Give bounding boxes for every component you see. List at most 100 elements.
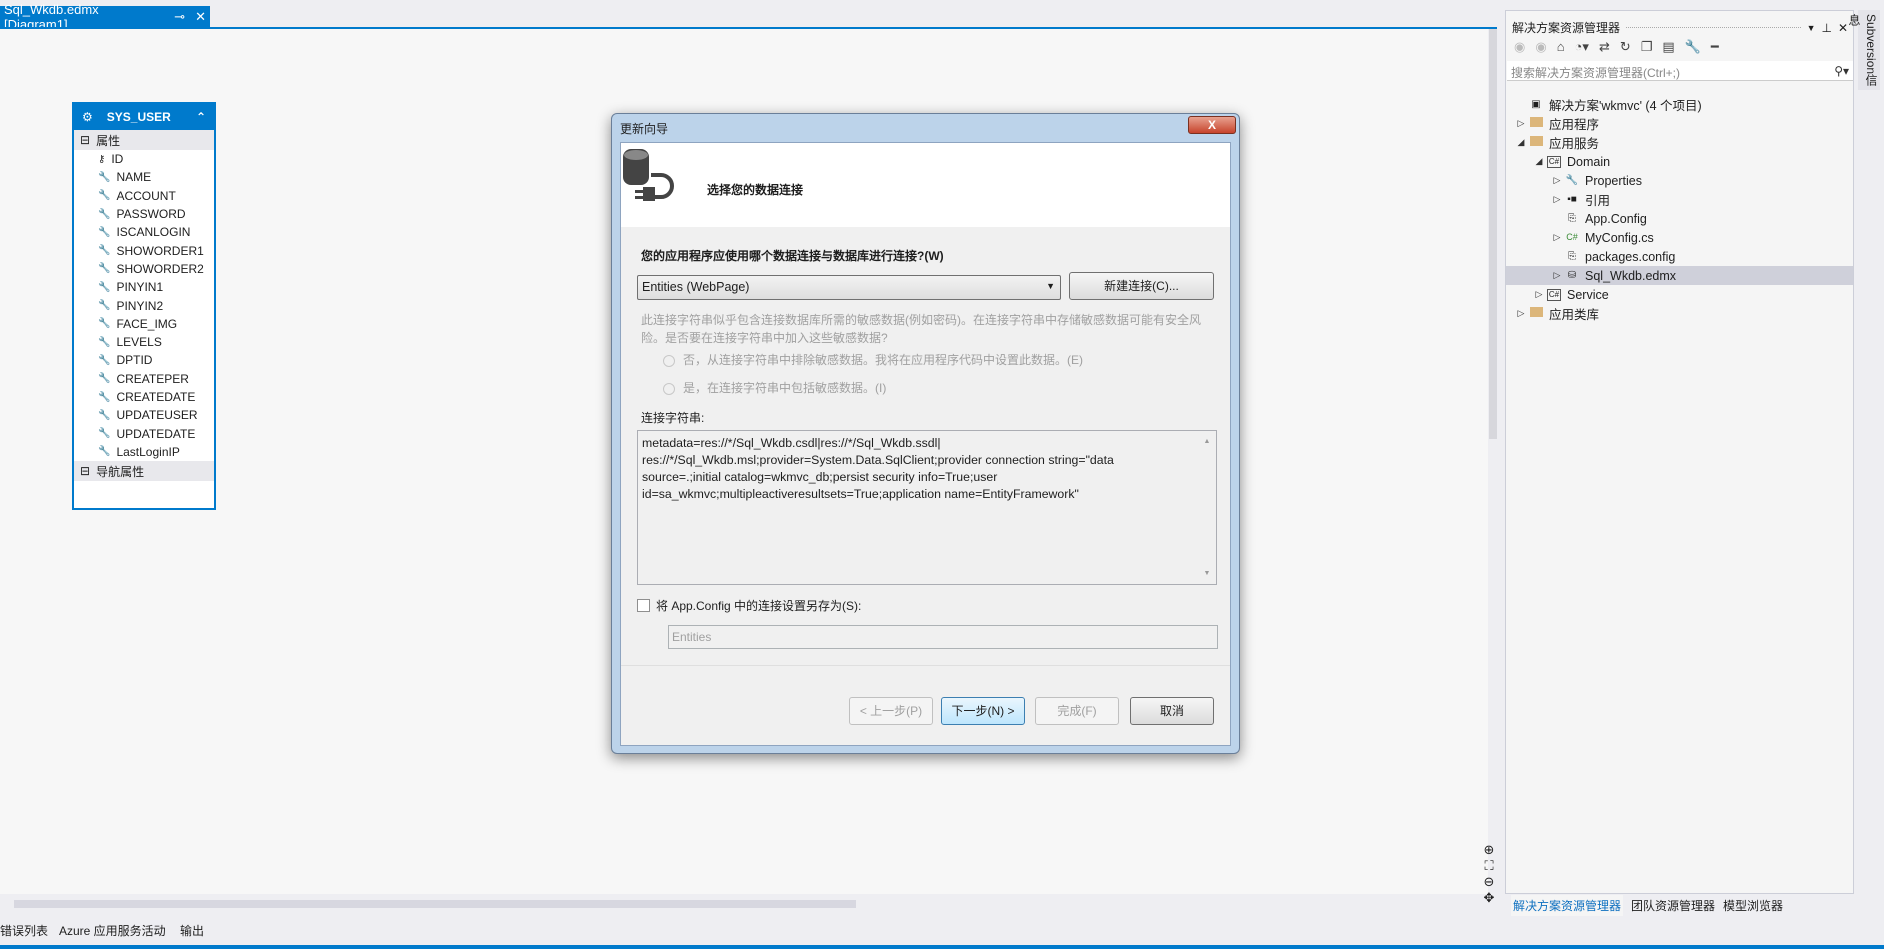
radio-exclude[interactable]: 否，从连接字符串中排除敏感数据。我将在应用程序代码中设置此数据。(E): [663, 351, 1083, 368]
vertical-scrollbar[interactable]: [1488, 29, 1498, 439]
tab-output[interactable]: 输出: [180, 922, 204, 939]
pan-icon[interactable]: ✥: [1480, 890, 1498, 906]
tree-item[interactable]: ◢ 应用服务: [1506, 133, 1853, 152]
new-connection-button[interactable]: 新建连接(C)...: [1069, 272, 1214, 300]
zoom-out-icon[interactable]: ⊖: [1480, 874, 1498, 890]
entity-property[interactable]: 🔧 PINYIN1: [74, 278, 214, 296]
tree-item[interactable]: ▷ ▪■ 引用: [1506, 190, 1853, 209]
tab-team-explorer[interactable]: 团队资源管理器: [1631, 897, 1715, 914]
expand-toggle-icon[interactable]: ▷: [1550, 232, 1564, 243]
entity-property[interactable]: 🔧 PASSWORD: [74, 205, 214, 223]
property-name: LEVELS: [116, 335, 162, 350]
expand-toggle-icon[interactable]: ▷: [1514, 118, 1528, 129]
entity-property[interactable]: 🔧 LastLoginIP: [74, 443, 214, 461]
horizontal-scrollbar[interactable]: [14, 900, 856, 908]
collapse-icon[interactable]: ⌃: [196, 110, 206, 124]
tree-item-label: 应用服务: [1549, 137, 1600, 151]
cancel-button[interactable]: 取消: [1130, 697, 1214, 725]
entity-property[interactable]: ⚷ ID: [74, 150, 214, 168]
dialog-close-button[interactable]: X: [1188, 116, 1236, 134]
expand-toggle-icon[interactable]: ▷: [1550, 270, 1564, 281]
tree-item[interactable]: ▷ 应用类库: [1506, 304, 1853, 323]
fit-icon[interactable]: ⛶: [1480, 858, 1498, 874]
tab-solution-explorer[interactable]: 解决方案资源管理器: [1511, 894, 1624, 916]
radio-label: 是，在连接字符串中包括敏感数据。(I): [683, 381, 887, 395]
entity-property[interactable]: 🔧 PINYIN2: [74, 296, 214, 314]
expand-toggle-icon[interactable]: ▷: [1550, 175, 1564, 186]
dropdown-icon[interactable]: ▼: [1807, 23, 1816, 33]
history-icon[interactable]: ◔▾: [1575, 39, 1589, 55]
entity-property[interactable]: 🔧 ACCOUNT: [74, 187, 214, 205]
entity-sys-user[interactable]: ⚙ SYS_USER ⌃ ⊟ 属性 ⚷ ID 🔧 NAME 🔧 ACCOUNT 🔧 PASSWO…: [72, 102, 216, 510]
tab-model-browser[interactable]: 模型浏览器: [1723, 897, 1783, 914]
radio-include[interactable]: 是，在连接字符串中包括敏感数据。(I): [663, 379, 886, 396]
expand-toggle-icon[interactable]: ◢: [1532, 156, 1546, 167]
textarea-scrollbar[interactable]: ▲ ▼: [1200, 433, 1214, 582]
entity-property[interactable]: 🔧 FACE_IMG: [74, 315, 214, 333]
tree-item[interactable]: ▷ 应用程序: [1506, 114, 1853, 133]
property-icon: 🔧: [98, 263, 111, 275]
pin-icon[interactable]: ⊥: [1821, 21, 1831, 35]
entity-property[interactable]: 🔧 CREATEPER: [74, 370, 214, 388]
entity-property[interactable]: 🔧 UPDATEUSER: [74, 406, 214, 424]
connection-name-input[interactable]: Entities: [668, 625, 1218, 649]
radio-button[interactable]: [663, 382, 675, 395]
save-setting-checkbox[interactable]: 将 App.Config 中的连接设置另存为(S):: [637, 597, 861, 614]
collapse-box-icon[interactable]: ⊟: [80, 464, 90, 478]
entity-property[interactable]: 🔧 UPDATEDATE: [74, 424, 214, 442]
close-icon[interactable]: ✕: [195, 9, 206, 25]
sync-icon[interactable]: ⇄: [1599, 39, 1610, 55]
entity-property[interactable]: 🔧 LEVELS: [74, 333, 214, 351]
prev-button[interactable]: < 上一步(P): [849, 697, 933, 725]
entity-property[interactable]: 🔧 CREATEDATE: [74, 388, 214, 406]
pin-icon[interactable]: ⊸: [174, 9, 185, 25]
search-icon[interactable]: ⚲▾: [1834, 64, 1849, 78]
entity-property[interactable]: 🔧 DPTID: [74, 351, 214, 369]
nav-properties-section[interactable]: ⊟ 导航属性: [74, 461, 214, 482]
tree-item[interactable]: ▷ ⛁ Sql_Wkdb.edmx: [1506, 266, 1853, 285]
tab-azure-activity[interactable]: Azure 应用服务活动: [59, 922, 166, 939]
properties-section[interactable]: ⊟ 属性: [74, 130, 214, 150]
connection-select[interactable]: Entities (WebPage) ▼: [637, 275, 1061, 300]
entity-property[interactable]: 🔧 NAME: [74, 168, 214, 186]
tree-item[interactable]: ▣ 解决方案'wkmvc' (4 个项目): [1506, 95, 1853, 114]
connection-question: 您的应用程序应使用哪个数据连接与数据库进行连接?(W): [641, 249, 944, 263]
tree-item[interactable]: ▷ C# MyConfig.cs: [1506, 228, 1853, 247]
refresh-icon[interactable]: ↻: [1620, 39, 1631, 55]
tree-item-label: MyConfig.cs: [1585, 230, 1654, 245]
document-tab[interactable]: Sql_Wkdb.edmx [Diagram1] ⊸ ✕: [0, 2, 210, 32]
entity-header[interactable]: ⚙ SYS_USER ⌃: [74, 104, 214, 130]
conn-string-textarea[interactable]: metadata=res://*/Sql_Wkdb.csdl|res://*/S…: [637, 430, 1217, 585]
entity-property[interactable]: 🔧 ISCANLOGIN: [74, 223, 214, 241]
back-icon[interactable]: ◉: [1514, 39, 1525, 55]
expand-toggle-icon[interactable]: ◢: [1514, 137, 1528, 148]
entity-property[interactable]: 🔧 SHOWORDER1: [74, 241, 214, 259]
property-name: ID: [111, 152, 124, 167]
tree-item[interactable]: ◢ C# Domain: [1506, 152, 1853, 171]
finish-button[interactable]: 完成(F): [1035, 697, 1119, 725]
tree-item[interactable]: ▷ C# Service: [1506, 285, 1853, 304]
side-tab-subversion[interactable]: Subversion信息: [1847, 10, 1880, 90]
radio-button[interactable]: [663, 354, 675, 367]
expand-toggle-icon[interactable]: ▷: [1514, 308, 1528, 319]
preview-icon[interactable]: ━: [1711, 39, 1719, 55]
tree-item-label: Domain: [1567, 154, 1611, 169]
collapse-all-icon[interactable]: ❐: [1641, 39, 1653, 55]
forward-icon[interactable]: ◉: [1535, 39, 1546, 55]
checkbox[interactable]: [637, 599, 650, 612]
csharp-project-icon: C#: [1546, 155, 1562, 168]
tree-item[interactable]: ▷ 🔧 Properties: [1506, 171, 1853, 190]
expand-toggle-icon[interactable]: ▷: [1532, 289, 1546, 300]
properties-icon[interactable]: 🔧: [1685, 39, 1701, 55]
show-all-files-icon[interactable]: ▤: [1662, 39, 1674, 55]
collapse-box-icon[interactable]: ⊟: [80, 133, 90, 147]
home-icon[interactable]: ⌂: [1557, 39, 1565, 55]
tab-error-list[interactable]: 错误列表: [0, 922, 48, 939]
expand-toggle-icon[interactable]: ▷: [1550, 194, 1564, 205]
next-button[interactable]: 下一步(N) >: [941, 697, 1025, 725]
search-input[interactable]: 搜索解决方案资源管理器(Ctrl+;) ⚲▾: [1507, 61, 1853, 81]
tree-item[interactable]: ⎘ App.Config: [1506, 209, 1853, 228]
zoom-in-icon[interactable]: ⊕: [1480, 842, 1498, 858]
entity-property[interactable]: 🔧 SHOWORDER2: [74, 260, 214, 278]
tree-item[interactable]: ⎘ packages.config: [1506, 247, 1853, 266]
